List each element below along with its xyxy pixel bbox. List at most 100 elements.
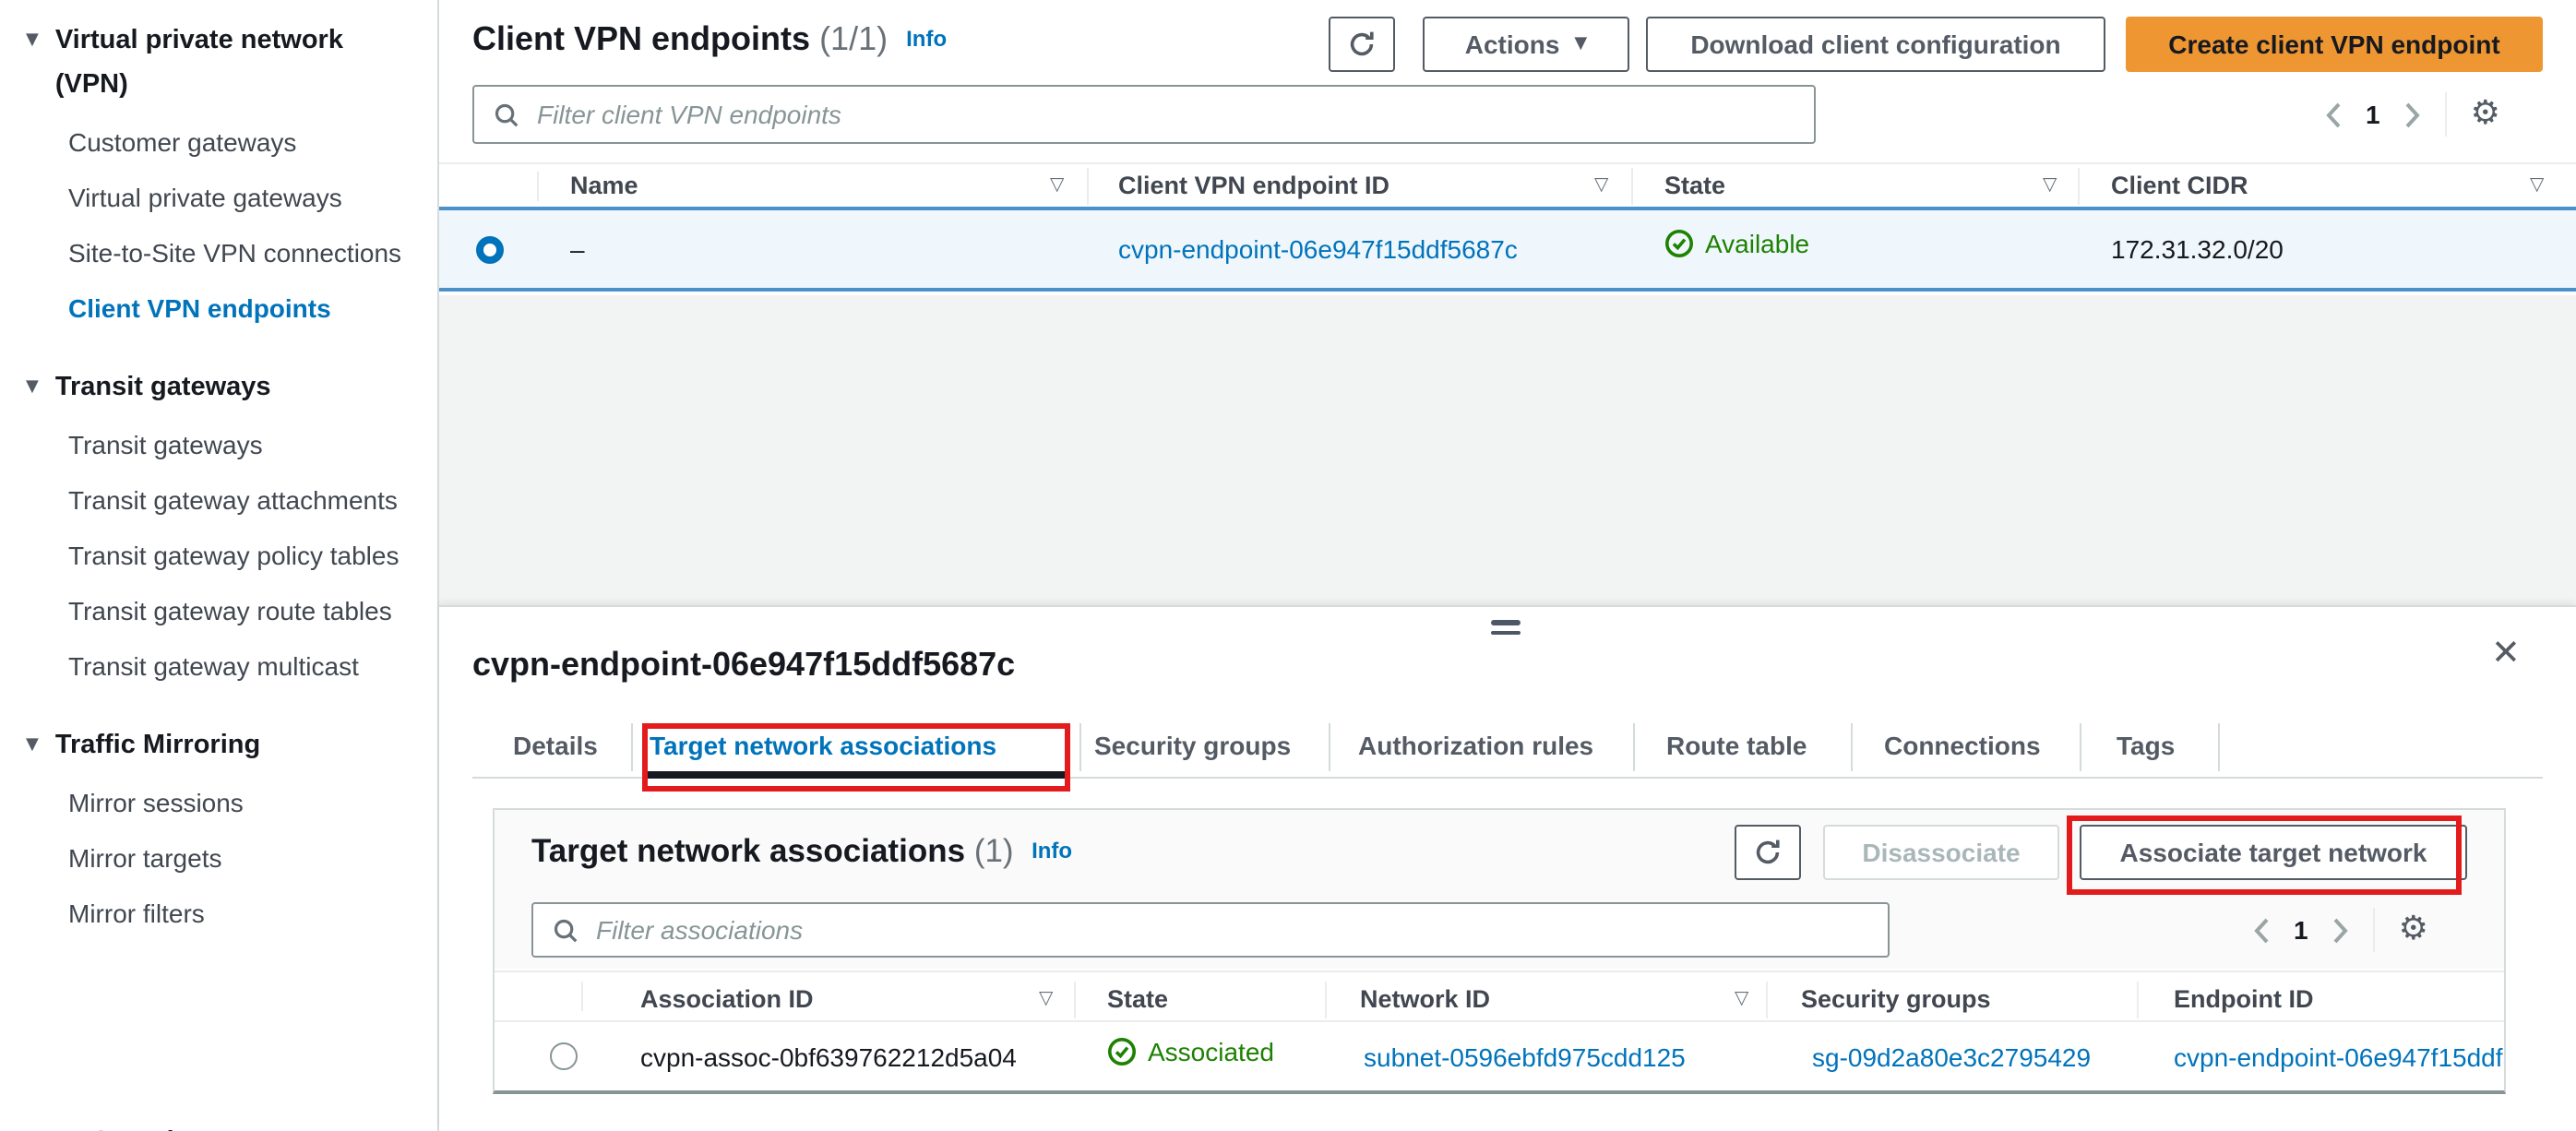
chevron-right-icon[interactable] [2404, 101, 2421, 128]
divider [1325, 982, 1327, 1018]
radio-unselected[interactable] [550, 1042, 578, 1070]
cell-association-id: cvpn-assoc-0bf639762212d5a04 [640, 1042, 1017, 1072]
close-icon[interactable]: ✕ [2491, 633, 2521, 673]
sidebar-item-tg-policy-tables[interactable]: Transit gateway policy tables [0, 528, 437, 583]
client-vpn-endpoints-panel: Client VPN endpoints (1/1) Info Actions … [439, 0, 2576, 605]
check-circle-icon [1665, 230, 1693, 257]
endpoints-filter-input[interactable]: Filter client VPN endpoints [472, 85, 1816, 144]
sidebar-item-tg-route-tables[interactable]: Transit gateway route tables [0, 583, 437, 638]
tab-connections[interactable]: Connections [1884, 720, 2041, 779]
sidebar-item-client-vpn-endpoints[interactable]: Client VPN endpoints [0, 280, 437, 336]
sort-icon[interactable]: ▽ [1594, 175, 1608, 196]
cell-endpoint-id-link[interactable]: cvpn-endpoint-06e947f15ddf5687c [1118, 234, 1518, 264]
divider [1631, 168, 1633, 205]
target-network-associations-card: Target network associations (1) Info Dis… [493, 808, 2506, 1094]
sidebar-section-transit-gateways[interactable]: ▼ Transit gateways [0, 358, 437, 417]
sidebar-section-vpn[interactable]: ▼ Virtual private network (VPN) [0, 11, 437, 114]
divider [1633, 723, 1635, 771]
actions-button[interactable]: Actions ▼ [1423, 17, 1629, 72]
triangle-down-icon: ▼ [26, 736, 39, 755]
sidebar-item-tg-attachments[interactable]: Transit gateway attachments [0, 472, 437, 528]
sidebar-item-site-to-site-vpn[interactable]: Site-to-Site VPN connections [0, 225, 437, 280]
drag-handle-icon[interactable] [1491, 620, 1521, 640]
tab-security-groups[interactable]: Security groups [1094, 720, 1291, 779]
divider [1766, 982, 1768, 1018]
radio-selected[interactable] [476, 236, 504, 264]
status-badge: Associated [1107, 1037, 1274, 1066]
divider [1851, 723, 1853, 771]
gear-icon[interactable]: ⚙ [2399, 912, 2428, 946]
column-header-name[interactable]: Name [570, 172, 638, 199]
search-icon [554, 918, 578, 942]
divider [1079, 723, 1081, 771]
divider [581, 982, 583, 1011]
cell-security-group-link[interactable]: sg-09d2a80e3c2795429 [1812, 1042, 2091, 1072]
sidebar-section-label: Transit gateways [54, 373, 271, 402]
sidebar-item-mirror-sessions[interactable]: Mirror sessions [0, 775, 437, 830]
sort-icon[interactable]: ▽ [1050, 175, 1064, 196]
sort-icon[interactable]: ▽ [2043, 175, 2057, 196]
divider [495, 970, 2504, 972]
endpoints-pagination: 1 ⚙ [2325, 92, 2500, 137]
cell-network-id-link[interactable]: subnet-0596ebfd975cdd125 [1364, 1042, 1686, 1072]
sort-icon[interactable]: ▽ [2530, 175, 2544, 196]
filter-placeholder: Filter client VPN endpoints [537, 100, 841, 129]
refresh-button[interactable] [1735, 825, 1801, 880]
active-tab-underline [648, 771, 1065, 779]
associations-count: (1) [973, 832, 1014, 869]
download-client-configuration-button[interactable]: Download client configuration [1646, 17, 2105, 72]
chevron-left-icon[interactable] [2253, 916, 2270, 944]
sidebar: ▼ Virtual private network (VPN) Customer… [0, 0, 439, 1131]
triangle-down-icon: ▼ [26, 1120, 39, 1131]
divider [2218, 723, 2220, 771]
tab-authorization-rules[interactable]: Authorization rules [1358, 720, 1593, 779]
sidebar-section-label: Traffic Mirroring [54, 731, 261, 760]
gear-icon[interactable]: ⚙ [2471, 97, 2500, 131]
endpoint-count: (1/1) [819, 20, 888, 57]
chevron-right-icon[interactable] [2332, 916, 2349, 944]
page-title: Client VPN endpoints (1/1) Info [472, 20, 948, 57]
sidebar-section-vpc-lattice[interactable]: ▼ VPC Lattice [0, 1113, 437, 1131]
column-header-state[interactable]: State [1664, 172, 1725, 199]
column-header-client-cidr[interactable]: Client CIDR [2111, 172, 2248, 199]
tab-target-network-associations[interactable]: Target network associations [650, 720, 996, 779]
tab-route-table[interactable]: Route table [1666, 720, 1807, 779]
page-number[interactable]: 1 [2366, 100, 2380, 129]
column-header-endpoint-id[interactable]: Client VPN endpoint ID [1118, 172, 1389, 199]
create-client-vpn-endpoint-button[interactable]: Create client VPN endpoint [2126, 17, 2543, 72]
page-number[interactable]: 1 [2294, 915, 2308, 945]
chevron-left-icon[interactable] [2325, 101, 2342, 128]
sort-icon[interactable]: ▽ [1039, 989, 1053, 1009]
disassociate-button[interactable]: Disassociate [1823, 825, 2059, 880]
sidebar-item-virtual-private-gateways[interactable]: Virtual private gateways [0, 170, 437, 225]
filter-placeholder: Filter associations [596, 915, 804, 945]
tab-details[interactable]: Details [513, 720, 598, 779]
sidebar-section-label: VPC Lattice [55, 1120, 204, 1131]
sidebar-item-tg-multicast[interactable]: Transit gateway multicast [0, 638, 437, 694]
sidebar-item-mirror-targets[interactable]: Mirror targets [0, 830, 437, 886]
triangle-down-icon: ▼ [26, 378, 39, 397]
column-header-association-id[interactable]: Association ID [640, 985, 814, 1013]
column-header-state[interactable]: State [1107, 985, 1168, 1013]
cell-endpoint-id-link[interactable]: cvpn-endpoint-06e947f15ddf5687c [2174, 1042, 2504, 1072]
divider [2080, 723, 2081, 771]
info-link[interactable]: Info [906, 26, 947, 52]
column-header-endpoint-id[interactable]: Endpoint ID [2174, 985, 2313, 1013]
associate-target-network-button[interactable]: Associate target network [2080, 825, 2467, 880]
column-header-network-id[interactable]: Network ID [1360, 985, 1490, 1013]
sidebar-item-mirror-filters[interactable]: Mirror filters [0, 886, 437, 941]
divider [2078, 168, 2080, 205]
sidebar-item-customer-gateways[interactable]: Customer gateways [0, 114, 437, 170]
cell-name: – [570, 234, 585, 264]
refresh-button[interactable] [1329, 17, 1395, 72]
info-link[interactable]: Info [1032, 838, 1072, 863]
divider [1329, 723, 1330, 771]
column-header-security-groups[interactable]: Security groups [1801, 985, 1991, 1013]
search-icon [495, 102, 519, 126]
sidebar-section-traffic-mirroring[interactable]: ▼ Traffic Mirroring [0, 716, 437, 775]
associations-filter-input[interactable]: Filter associations [531, 902, 1890, 958]
sort-icon[interactable]: ▽ [1735, 989, 1748, 1009]
divider [2137, 982, 2139, 1018]
tab-tags[interactable]: Tags [2117, 720, 2175, 779]
sidebar-item-transit-gateways[interactable]: Transit gateways [0, 417, 437, 472]
